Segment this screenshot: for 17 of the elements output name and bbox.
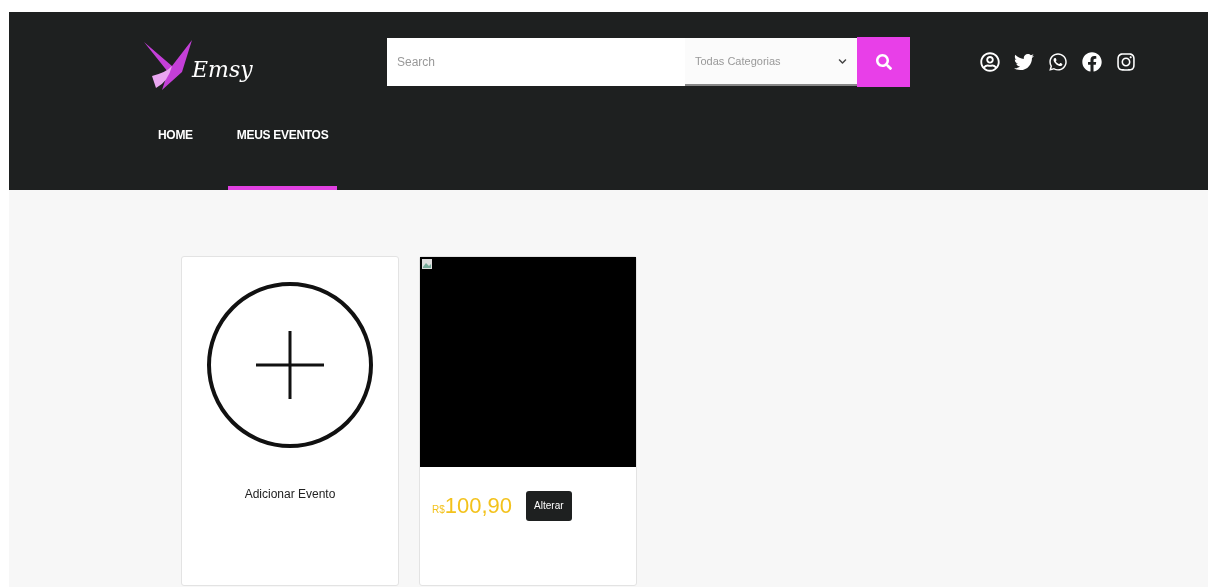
price: R$100,90	[432, 492, 513, 520]
chevron-down-icon	[838, 56, 847, 66]
chat-bubble-icon[interactable]	[1048, 52, 1068, 72]
logo-text: Emsy	[192, 55, 253, 84]
bird-icon[interactable]	[1014, 52, 1034, 72]
nav-tab[interactable]: HOME	[149, 122, 202, 190]
search-button[interactable]	[857, 37, 910, 87]
search-icon	[875, 54, 892, 70]
camera-icon[interactable]	[1116, 52, 1136, 72]
plus-circle-icon	[206, 281, 374, 449]
add-event-card[interactable]: Adicionar Evento	[181, 256, 399, 586]
search-field[interactable]: Search	[387, 38, 685, 86]
nav-tab[interactable]: MEUS EVENTOS	[227, 122, 338, 190]
edit-button[interactable]: Alterar	[526, 490, 572, 521]
user-icon[interactable]	[980, 52, 1000, 72]
broken-image-icon	[421, 258, 433, 270]
add-event-label: Adicionar Evento	[244, 486, 336, 503]
